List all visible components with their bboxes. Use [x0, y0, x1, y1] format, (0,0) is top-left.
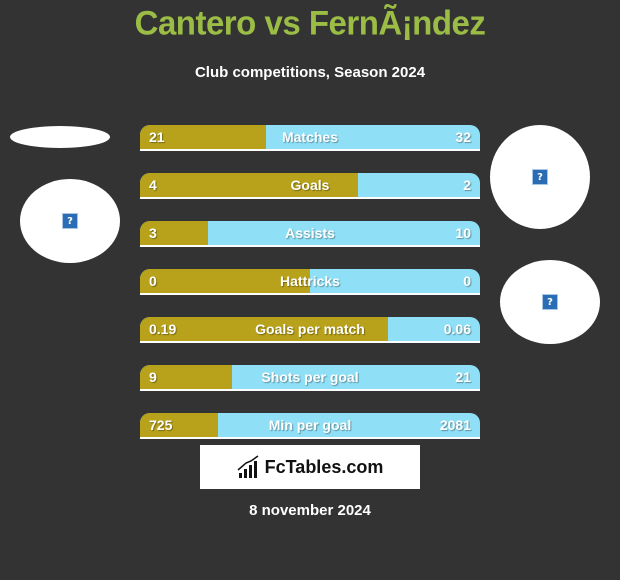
fctables-logo[interactable]: FcTables.com — [200, 445, 420, 489]
stat-row-goals: Goals 4 2 — [140, 173, 480, 199]
right-team-logo: ? — [500, 260, 600, 344]
stat-label: Assists — [285, 225, 335, 241]
stat-row-min-per-goal: Min per goal 725 2081 — [140, 413, 480, 439]
right-value: 2 — [463, 177, 471, 193]
right-value: 32 — [455, 129, 471, 145]
left-value: 0 — [149, 273, 157, 289]
left-player-avatar: ? — [20, 179, 120, 263]
page-subtitle: Club competitions, Season 2024 — [194, 64, 426, 81]
page-title: Cantero vs FernÃ¡ndez — [134, 3, 486, 42]
stat-row-assists: Assists 3 10 — [140, 221, 480, 247]
stat-label: Shots per goal — [261, 369, 359, 385]
left-value: 9 — [149, 369, 157, 385]
stat-label: Matches — [281, 129, 339, 145]
stat-label: Min per goal — [268, 417, 352, 433]
left-value: 725 — [149, 417, 173, 433]
right-value: 21 — [455, 369, 471, 385]
comparison-bars: Matches 21 32 Goals 4 2 Assists 3 10 Hat… — [140, 125, 480, 461]
stat-row-shots-per-goal: Shots per goal 9 21 — [140, 365, 480, 391]
left-value: 0.19 — [149, 321, 177, 337]
stat-row-goals-per-match: Goals per match 0.19 0.06 — [140, 317, 480, 343]
missing-image-icon: ? — [62, 213, 78, 229]
stat-row-matches: Matches 21 32 — [140, 125, 480, 151]
left-value: 4 — [149, 177, 157, 193]
right-player-avatar: ? — [490, 125, 590, 229]
date-label: 8 november 2024 — [249, 502, 371, 519]
right-value: 0 — [463, 273, 471, 289]
bar-chart-icon — [237, 455, 259, 478]
right-value: 2081 — [439, 417, 471, 433]
stat-row-hattricks: Hattricks 0 0 — [140, 269, 480, 295]
right-value: 10 — [455, 225, 471, 241]
stat-label: Hattricks — [280, 273, 340, 289]
left-value: 21 — [149, 129, 165, 145]
stat-label: Goals — [290, 177, 330, 193]
logo-text: FcTables.com — [264, 456, 384, 477]
left-value: 3 — [149, 225, 157, 241]
right-value: 0.06 — [443, 321, 471, 337]
left-player-name-pill — [10, 126, 110, 148]
stat-label: Goals per match — [255, 321, 365, 337]
missing-image-icon: ? — [542, 294, 558, 310]
missing-image-icon: ? — [532, 169, 548, 185]
